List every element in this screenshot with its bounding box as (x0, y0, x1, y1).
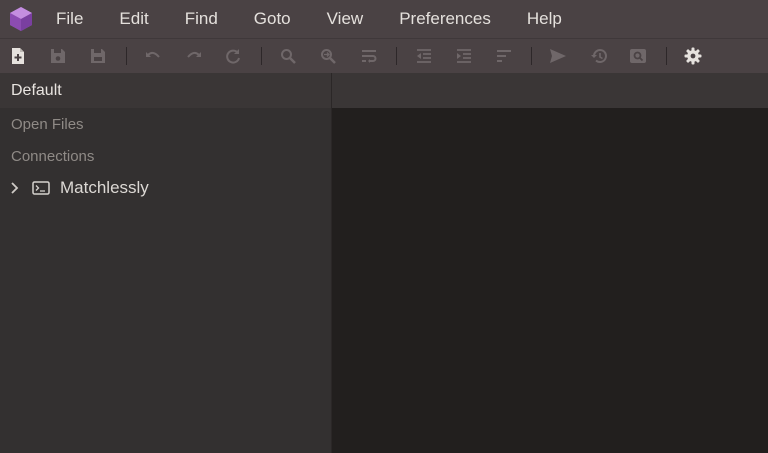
menu-goto[interactable]: Goto (236, 0, 309, 38)
save-icon (51, 49, 65, 63)
toolbar-separator (666, 47, 667, 65)
indent-icon (457, 49, 471, 63)
preview-icon (630, 49, 646, 63)
outdent-icon (417, 49, 431, 63)
editor-area[interactable] (332, 108, 768, 453)
chevron-right-icon[interactable] (8, 181, 22, 195)
undo-icon (146, 51, 160, 58)
menu-find[interactable]: Find (167, 0, 236, 38)
new-file-button[interactable] (7, 45, 29, 67)
redo-button[interactable] (183, 45, 205, 67)
send-icon (550, 49, 566, 63)
save-as-icon (91, 49, 105, 63)
app-window: File Edit Find Goto View Preferences Hel… (0, 0, 768, 453)
toolbar-separator (531, 47, 532, 65)
save-button[interactable] (47, 45, 69, 67)
toolbar (0, 38, 768, 73)
menu-view[interactable]: View (309, 0, 382, 38)
toolbar-separator (261, 47, 262, 65)
menu-bar: File Edit Find Goto View Preferences Hel… (0, 0, 768, 38)
send-button[interactable] (547, 45, 569, 67)
editor-tab-bar (332, 73, 768, 108)
word-wrap-icon (362, 50, 377, 63)
toolbar-separator (396, 47, 397, 65)
word-wrap-button[interactable] (358, 45, 380, 67)
workspace-header[interactable]: Default (0, 73, 331, 108)
search-button[interactable] (277, 45, 299, 67)
open-files-section[interactable]: Open Files (0, 108, 331, 140)
outdent-button[interactable] (413, 45, 435, 67)
history-button[interactable] (588, 45, 610, 67)
search-icon (281, 49, 296, 64)
connections-section[interactable]: Connections (0, 140, 331, 172)
sidebar: Default Open Files Connections Matchless… (0, 73, 331, 453)
menu-file[interactable]: File (48, 0, 101, 38)
undo-button[interactable] (142, 45, 164, 67)
menu-edit[interactable]: Edit (101, 0, 166, 38)
connection-item-matchlessly[interactable]: Matchlessly (0, 172, 331, 204)
save-as-button[interactable] (87, 45, 109, 67)
new-file-icon (12, 48, 24, 64)
sort-icon (497, 50, 511, 62)
terminal-icon (32, 181, 50, 195)
settings-button[interactable] (682, 45, 704, 67)
refresh-icon (226, 49, 240, 64)
redo-icon (187, 51, 201, 58)
history-icon (591, 49, 607, 64)
sort-button[interactable] (493, 45, 515, 67)
preview-button[interactable] (627, 45, 649, 67)
refresh-button[interactable] (222, 45, 244, 67)
connection-label: Matchlessly (60, 178, 149, 197)
app-logo-icon (10, 7, 32, 31)
toolbar-separator (126, 47, 127, 65)
gear-icon (684, 47, 702, 65)
menu-help[interactable]: Help (509, 0, 580, 38)
search-replace-icon (321, 49, 336, 64)
menu-preferences[interactable]: Preferences (381, 0, 509, 38)
search-replace-button[interactable] (317, 45, 339, 67)
indent-button[interactable] (453, 45, 475, 67)
